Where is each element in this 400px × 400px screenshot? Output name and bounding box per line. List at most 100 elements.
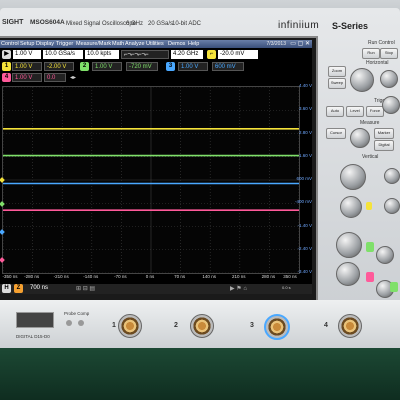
run-button[interactable]: Run xyxy=(362,48,380,59)
horizontal-position-knob[interactable] xyxy=(380,70,398,88)
acq-mode-waveform-icon[interactable]: ⌐¬⌐¬⌐¬⌐ xyxy=(121,50,169,59)
horizontal-scale-knob[interactable] xyxy=(350,68,374,92)
force-button[interactable]: Force xyxy=(366,106,384,117)
ch3-enable-led[interactable] xyxy=(390,282,398,292)
menu-item-demos[interactable]: Demos xyxy=(168,41,185,47)
ch3-vertical-scale-knob[interactable] xyxy=(336,232,362,258)
ch3-scale[interactable]: 1.00 V xyxy=(178,62,208,71)
probe-ground-terminal[interactable] xyxy=(78,320,84,326)
ch3-bnc-connector[interactable] xyxy=(264,314,290,340)
x-tick-label: 140 ns xyxy=(202,274,216,279)
ch2-bnc-connector[interactable] xyxy=(190,314,214,338)
menu-item-utilities[interactable]: Utilities xyxy=(146,41,164,47)
ch1-offset[interactable]: -2.00 V xyxy=(44,62,74,71)
menu-bar: Control Setup Display Trigger Measure/Ma… xyxy=(0,40,312,48)
x-tick-label: 0 ns xyxy=(145,274,155,279)
ch2-chip[interactable]: 2 xyxy=(80,62,89,71)
probe-comp-terminal[interactable] xyxy=(66,320,72,326)
ch2-vertical-scale-knob[interactable] xyxy=(384,168,400,184)
waveform-svg xyxy=(3,87,299,273)
horizontal-label: Horizontal xyxy=(366,60,389,66)
horizontal-icon[interactable]: H xyxy=(2,284,11,293)
x-axis-labels: -350 ns -280 ns -210 ns -140 ns -70 ns 0 ns 70… xyxy=(2,274,298,282)
menu-item-math[interactable]: Math xyxy=(112,41,124,47)
ch1-chip[interactable]: 1 xyxy=(2,62,11,71)
timebase-icons[interactable]: ⊞ ⊟ ▤ xyxy=(76,285,95,292)
adc-spec: 10-bit ADC xyxy=(172,21,202,27)
ch4-chip[interactable]: 4 xyxy=(2,73,11,82)
ch1-enable-led[interactable] xyxy=(366,202,372,210)
ch1-scale-top[interactable]: 1.00 V xyxy=(13,50,41,59)
menu-item-measure-mark[interactable]: Measure/Mark xyxy=(76,41,111,47)
zoom-button[interactable]: Zoom xyxy=(328,66,346,77)
model-name: MSOS604A xyxy=(30,19,65,26)
brand-name: SIGHT xyxy=(2,19,24,26)
front-panel-controls: Run Control Run Stop Horizontal Zoom Swe… xyxy=(318,36,400,306)
ch1-input-label: 1 xyxy=(112,322,116,329)
y-tick-label: -400 mV xyxy=(294,199,312,205)
y-tick-label: -1.40 V xyxy=(297,222,312,228)
ch3-offset-knob[interactable] xyxy=(336,262,360,286)
measure-knob[interactable] xyxy=(350,128,370,148)
ch1-scale[interactable]: 1.00 V xyxy=(12,62,42,71)
window-controls-icon[interactable]: ▭ ▢ ✕ xyxy=(290,40,310,47)
menu-item-analyze[interactable]: Analyze xyxy=(125,41,145,47)
ch1-offset-knob[interactable] xyxy=(340,196,362,218)
ch4-offset[interactable]: 0.0 xyxy=(44,73,66,82)
marker-button[interactable]: Marker xyxy=(374,128,394,139)
trigger-level-knob[interactable] xyxy=(382,96,400,114)
more-icon[interactable]: ◂▸ xyxy=(70,74,76,81)
sample-rate-box[interactable]: 10.0 GSa/s xyxy=(43,50,83,59)
ch4-bnc-connector[interactable] xyxy=(338,314,362,338)
x-tick-label: -70 ns xyxy=(114,274,127,279)
memory-depth-box[interactable]: 10.0 kpts xyxy=(85,50,119,59)
zoom-icon[interactable]: Z xyxy=(14,284,23,293)
status-icons: ▶ ⚑ ⌂ xyxy=(230,286,247,292)
digital-port[interactable] xyxy=(16,312,54,328)
timebase-scale[interactable]: 700 ns xyxy=(30,285,48,291)
menu-item-setup[interactable]: Setup xyxy=(20,41,34,47)
scope-screen[interactable]: Control Setup Display Trigger Measure/Ma… xyxy=(0,40,312,294)
front-connector-strip: DIGITAL D15-D0 Probe Comp 1 2 3 4 xyxy=(0,300,400,348)
acq-run-icon[interactable]: ▶ xyxy=(2,50,11,59)
acquisition-row: ▶ 1.00 V 10.0 GSa/s 10.0 kpts ⌐¬⌐¬⌐¬⌐ 4.… xyxy=(0,50,312,61)
menu-item-trigger[interactable]: Trigger xyxy=(56,41,73,47)
x-tick-label: 280 ns xyxy=(261,274,276,279)
ch2-scale[interactable]: 1.00 V xyxy=(92,62,122,71)
waveform-plot[interactable] xyxy=(2,86,300,274)
ch3-offset[interactable]: 600 mV xyxy=(212,62,244,71)
ch1-bnc-connector[interactable] xyxy=(118,314,142,338)
level-button[interactable]: Level xyxy=(346,106,364,117)
ch2-input-label: 2 xyxy=(174,322,178,329)
y-axis-labels: 4.40 V 3.60 V 2.80 V 1.60 V 600 mV -400 mV -1.… xyxy=(295,83,312,274)
menu-item-help[interactable]: Help xyxy=(188,41,199,47)
ch1-vertical-scale-knob[interactable] xyxy=(340,164,366,190)
graticule xyxy=(3,87,299,273)
y-tick-label: -2.40 V xyxy=(297,245,312,251)
ch4-vertical-scale-knob[interactable] xyxy=(376,246,394,264)
trigger-level-box[interactable]: -20.0 mV xyxy=(218,50,258,59)
y-tick-label: 1.60 V xyxy=(298,152,312,158)
ch2-offset[interactable]: -720 mV xyxy=(126,62,158,71)
series-label: S-Series xyxy=(332,21,369,31)
cursor-button[interactable]: Cursor xyxy=(326,128,346,139)
channel-row-1: 1 1.00 V -2.00 V 2 1.00 V -720 mV 3 1.00… xyxy=(0,62,312,72)
ch4-scale[interactable]: 1.00 V xyxy=(12,73,42,82)
auto-button[interactable]: Auto xyxy=(326,106,344,117)
ch2-offset-knob[interactable] xyxy=(384,198,400,214)
x-tick-label: 70 ns xyxy=(174,274,186,279)
ch4-enable-led[interactable] xyxy=(366,272,374,282)
menu-item-control[interactable]: Control xyxy=(1,41,19,47)
background-table xyxy=(0,345,400,400)
ch3-chip[interactable]: 3 xyxy=(166,62,175,71)
ch2-enable-led[interactable] xyxy=(366,242,374,252)
stop-button[interactable]: Stop xyxy=(380,48,398,59)
trigger-icon[interactable]: ⌐ xyxy=(207,50,216,59)
menu-item-display[interactable]: Display xyxy=(36,41,54,47)
sweep-button[interactable]: Sweep xyxy=(328,78,346,89)
bandwidth-box[interactable]: 4.20 GHz xyxy=(171,50,203,59)
digital-button[interactable]: Digital xyxy=(374,140,394,151)
y-tick-label: 600 mV xyxy=(296,176,312,181)
x-tick-label: 350 ns xyxy=(283,274,297,279)
probe-comp-label: Probe Comp xyxy=(64,311,90,316)
